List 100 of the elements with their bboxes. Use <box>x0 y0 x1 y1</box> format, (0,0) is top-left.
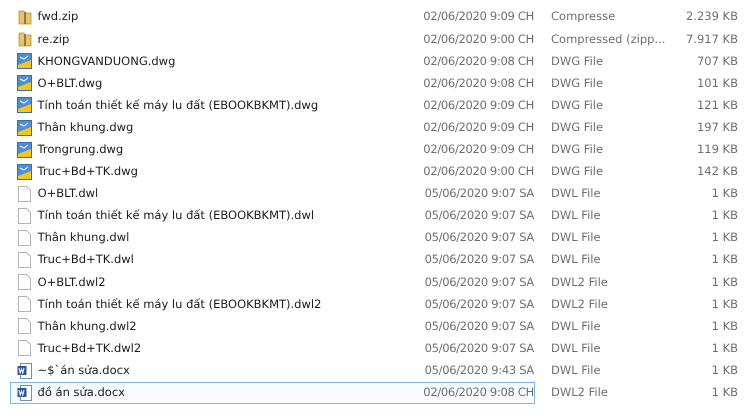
file-type: DWG File <box>551 52 604 70</box>
file-row[interactable]: re.zip 02/06/2020 9:00 CH <box>10 28 535 50</box>
file-type: DWL File <box>551 251 602 268</box>
drawing-file-icon <box>17 142 32 158</box>
blank-file-icon <box>18 340 32 356</box>
file-name: O+BLT.dwl2 <box>38 274 107 291</box>
file-row[interactable]: Tính toán thiết kế máy lu đất (EBOOKBKMT).dwg 02/06/2020 9:09 CH <box>10 94 535 116</box>
file-name: Thân khung.dwl <box>38 229 130 246</box>
file-size: 7.917 KB <box>684 30 738 48</box>
file-row[interactable]: fwd.zip 02/06/2020 9:09 CH <box>10 6 535 28</box>
file-type: DWL File <box>551 340 602 357</box>
file-row[interactable]: ~$`án sửa.docx 05/06/2020 9:43 SA <box>10 360 535 382</box>
file-name: Tính toán thiết kế máy lu đất (EBOOKBKMT).dwl2 <box>38 296 322 313</box>
blank-file-icon <box>18 318 32 334</box>
file-type: DWL File <box>551 362 602 379</box>
file-type: DWG File <box>551 163 604 180</box>
file-type: DWG File <box>551 140 604 158</box>
file-row[interactable]: Thân khung.dwl 05/06/2020 9:07 SA <box>10 226 535 250</box>
file-size: 119 KB <box>696 140 738 158</box>
file-date: 02/06/2020 9:08 CH <box>423 52 534 70</box>
drawing-file-icon <box>17 97 32 114</box>
file-date: 05/06/2020 9:07 SA <box>424 340 534 357</box>
file-row[interactable]: O+BLT.dwg 02/06/2020 9:08 CH <box>10 72 535 94</box>
zip-folder-icon <box>18 9 32 26</box>
word-document-icon <box>17 362 32 379</box>
drawing-file-icon <box>17 120 32 136</box>
file-name: Tính toán thiết kế máy lu đất (EBOOKBKMT).dwg <box>38 96 320 114</box>
file-name: fwd.zip <box>38 8 80 26</box>
word-document-icon <box>17 384 32 401</box>
file-name: Truc+Bd+TK.dwl <box>38 251 135 268</box>
blank-file-icon <box>18 274 32 290</box>
file-row[interactable]: Truc+Bd+TK.dwl 05/06/2020 9:07 SA <box>10 249 535 272</box>
file-row[interactable]: O+BLT.dwl2 05/06/2020 9:07 SA <box>10 271 535 294</box>
file-name: Truc+Bd+TK.dwl2 <box>38 340 142 357</box>
file-name: Thân khung.dwl2 <box>38 318 138 335</box>
file-size: 1 KB <box>710 296 738 313</box>
file-date: 05/06/2020 9:07 SA <box>424 207 534 224</box>
file-date: 05/06/2020 9:07 SA <box>424 274 534 291</box>
file-size: 197 KB <box>696 118 738 136</box>
file-size: 121 KB <box>696 96 738 114</box>
file-row[interactable]: Tính toán thiết kế máy lu đất (EBOOKBKMT).dwl2 05/06/2020 9:07 SA <box>10 293 535 316</box>
file-date: 02/06/2020 9:09 CH <box>423 96 534 114</box>
zip-folder-icon <box>18 31 32 48</box>
drawing-file-icon <box>17 75 32 92</box>
file-type: DWL File <box>551 229 602 246</box>
file-date: 02/06/2020 9:09 CH <box>423 8 534 26</box>
file-date: 05/06/2020 9:07 SA <box>424 185 534 202</box>
blank-file-icon <box>18 208 32 224</box>
file-name: KHONGVANDUONG.dwg <box>38 52 176 70</box>
blank-file-icon <box>18 296 32 312</box>
file-size: 1 KB <box>710 229 738 246</box>
file-type: DWG File <box>551 118 604 136</box>
file-size: 1 KB <box>710 318 738 335</box>
file-row[interactable]: Thân khung.dwl2 05/06/2020 9:07 SA <box>10 315 535 338</box>
file-row[interactable]: O+BLT.dwl 05/06/2020 9:07 SA <box>10 182 535 205</box>
blank-file-icon <box>18 252 32 268</box>
file-size: 1 KB <box>710 362 738 379</box>
file-date: 02/06/2020 9:09 CH <box>423 118 534 136</box>
file-size: 707 KB <box>696 52 738 70</box>
file-date: 05/06/2020 9:07 SA <box>424 318 534 335</box>
file-type: DWG File <box>551 96 604 114</box>
file-size: 2.239 KB <box>684 8 738 26</box>
file-row[interactable]: KHONGVANDUONG.dwg 02/06/2020 9:08 CH <box>10 50 535 72</box>
file-row[interactable]: Thân khung.dwg 02/06/2020 9:09 CH <box>10 116 535 139</box>
file-name: ~$`án sửa.docx <box>38 362 131 379</box>
file-date: 05/06/2020 9:07 SA <box>424 296 534 313</box>
file-name: re.zip <box>38 30 70 48</box>
drawing-file-icon <box>17 164 32 180</box>
file-size: 1 KB <box>710 340 738 357</box>
file-size: 1 KB <box>710 274 738 291</box>
file-type: DWL2 File <box>551 274 609 291</box>
file-type: DWL File <box>551 185 602 202</box>
file-size: 1 KB <box>710 251 738 268</box>
file-row[interactable]: đồ án sửa.docx 02/06/2020 9:08 CH <box>10 382 535 404</box>
file-type: Compressed (zipp... <box>551 30 666 48</box>
file-date: 02/06/2020 9:00 CH <box>423 30 534 48</box>
file-date: 02/06/2020 9:00 CH <box>423 163 534 180</box>
file-date: 02/06/2020 9:08 CH <box>423 384 534 402</box>
file-type: DWL File <box>551 318 602 335</box>
file-size: 101 KB <box>696 74 738 92</box>
blank-file-icon <box>18 186 32 202</box>
file-date: 05/06/2020 9:07 SA <box>424 229 534 246</box>
file-name: đồ án sửa.docx <box>38 384 126 402</box>
file-row[interactable]: Tính toán thiết kế máy lu đất (EBOOKBKMT).dwl 05/06/2020 9:07 SA <box>10 204 535 227</box>
file-type: DWG File <box>551 74 604 92</box>
file-row[interactable]: Truc+Bd+TK.dwl2 05/06/2020 9:07 SA <box>10 337 535 360</box>
file-type: DWL2 File <box>551 296 609 313</box>
file-size: 1 KB <box>710 207 738 224</box>
file-name: Thân khung.dwg <box>38 118 134 136</box>
blank-file-icon <box>18 230 32 246</box>
file-type: Compresse <box>551 8 616 26</box>
file-name: Truc+Bd+TK.dwg <box>38 163 139 180</box>
file-date: 05/06/2020 9:43 SA <box>424 362 534 379</box>
file-row[interactable]: Trongrung.dwg 02/06/2020 9:09 CH <box>10 138 535 161</box>
file-name: Trongrung.dwg <box>38 140 124 158</box>
file-size: 142 KB <box>696 163 738 180</box>
file-size: 1 KB <box>710 384 738 402</box>
file-row[interactable]: Truc+Bd+TK.dwg 02/06/2020 9:00 CH <box>10 160 535 183</box>
file-date: 02/06/2020 9:08 CH <box>423 74 534 92</box>
file-type: DWL2 File <box>551 384 609 402</box>
